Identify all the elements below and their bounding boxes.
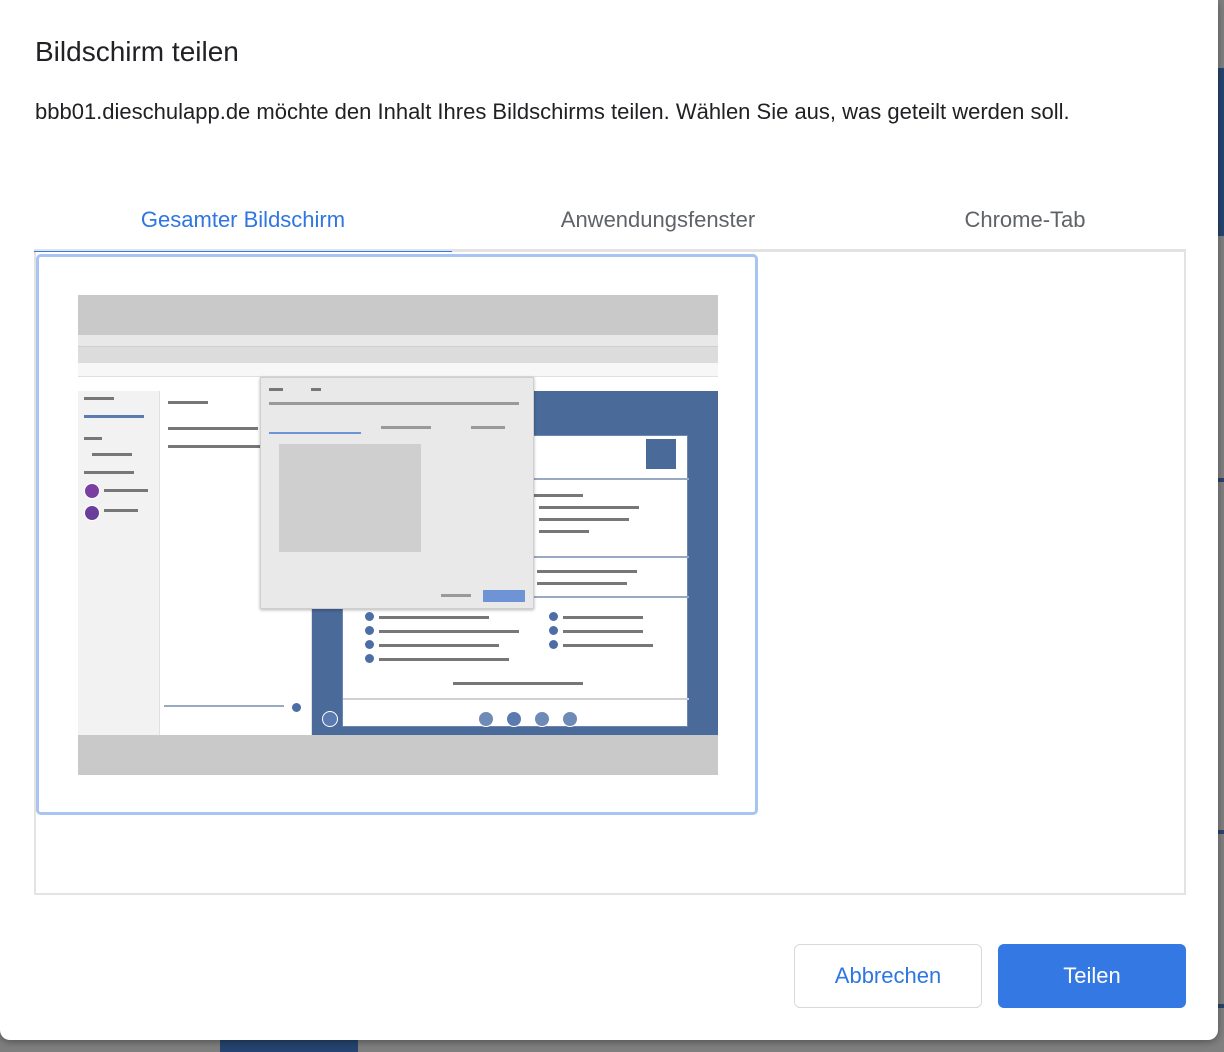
screen-thumbnail: [78, 295, 718, 775]
tab-entire-screen[interactable]: Gesamter Bildschirm: [34, 196, 452, 255]
page-backdrop-strip: [1218, 478, 1224, 482]
dialog-description: bbb01.dieschulapp.de möchte den Inhalt I…: [35, 99, 1070, 124]
page-backdrop-strip: [1218, 68, 1224, 236]
tab-chrome-tab[interactable]: Chrome-Tab: [864, 196, 1186, 252]
page-backdrop-strip: [1218, 830, 1224, 834]
share-button[interactable]: Teilen: [998, 944, 1186, 1008]
dialog-title: Bildschirm teilen: [35, 36, 239, 67]
screen-source-item[interactable]: [36, 254, 758, 815]
page-backdrop-strip: [220, 1040, 358, 1052]
source-tabs: Gesamter Bildschirm Anwendungsfenster Ch…: [34, 196, 1186, 255]
cancel-button[interactable]: Abbrechen: [794, 944, 982, 1008]
tab-application-window[interactable]: Anwendungsfenster: [452, 196, 864, 252]
share-screen-dialog: Bildschirm teilen bbb01.dieschulapp.de m…: [0, 0, 1218, 1040]
page-backdrop-strip: [1218, 1004, 1224, 1008]
